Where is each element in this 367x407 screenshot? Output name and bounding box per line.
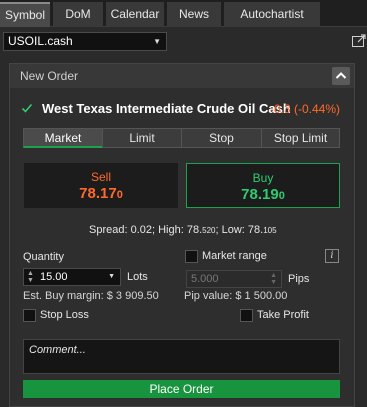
- spinner-arrows-icon[interactable]: ▲ ▼: [270, 272, 277, 286]
- tab-bar: Symbol DoM Calendar News Autochartist: [0, 0, 367, 27]
- buy-price-main: 78.: [241, 186, 263, 203]
- chevron-down-icon[interactable]: ▼: [108, 269, 115, 285]
- tab-news[interactable]: News: [167, 2, 221, 27]
- info-icon[interactable]: i: [325, 249, 339, 263]
- order-type-stop[interactable]: Stop: [181, 128, 262, 148]
- symbol-value: USOIL.cash: [8, 34, 73, 48]
- collapse-button[interactable]: [332, 67, 350, 85]
- buy-button[interactable]: Buy 78.190: [186, 163, 340, 208]
- pips-unit: Pips: [288, 273, 310, 285]
- market-range-label: Market range: [202, 250, 267, 262]
- tab-dom[interactable]: DoM: [53, 2, 103, 27]
- buy-price-frac: 0: [278, 190, 285, 202]
- panel-title: New Order: [20, 69, 79, 83]
- order-type-limit[interactable]: Limit: [102, 128, 182, 148]
- tab-autochartist[interactable]: Autochartist: [224, 2, 320, 27]
- quantity-stepper[interactable]: ▲ ▼ 15.00 ▼: [23, 268, 121, 286]
- instrument-change: -0.3 (-0.44%): [270, 102, 341, 116]
- market-range-input[interactable]: 5.000 ▲ ▼: [186, 270, 282, 288]
- spread-high-frac: 520: [202, 226, 216, 235]
- spinner-arrows-icon[interactable]: ▲ ▼: [27, 270, 34, 284]
- comment-field[interactable]: Comment...: [23, 339, 340, 374]
- quantity-label: Quantity: [23, 251, 64, 263]
- spread-mid: ; Low: 78.: [215, 224, 264, 236]
- pip-value: Pip value: $ 1 500.00: [184, 290, 288, 302]
- spread-low-frac: 105: [263, 226, 277, 235]
- sell-label: Sell: [90, 170, 111, 184]
- chevron-down-icon: ▼: [153, 37, 161, 46]
- market-range-value: 5.000: [191, 273, 219, 285]
- place-order-button[interactable]: Place Order: [23, 380, 340, 398]
- stop-loss-checkbox[interactable]: [23, 309, 36, 322]
- sell-price-frac: 0: [116, 189, 123, 201]
- instrument-name: West Texas Intermediate Crude Oil Cash: [42, 101, 291, 116]
- market-range-checkbox[interactable]: [185, 250, 198, 263]
- sell-button[interactable]: Sell 78.170: [24, 163, 178, 208]
- order-type-stop-limit[interactable]: Stop Limit: [261, 128, 340, 148]
- symbol-select[interactable]: USOIL.cash ▼: [3, 32, 167, 51]
- detach-window-icon[interactable]: [351, 33, 367, 49]
- order-type-market[interactable]: Market: [23, 128, 103, 148]
- buy-price-pip: 19: [262, 186, 279, 203]
- quantity-value: 15.00: [40, 271, 68, 283]
- sell-price-main: 78.: [79, 185, 101, 202]
- stop-loss-label: Stop Loss: [40, 309, 89, 321]
- buy-price: 78.190: [187, 186, 339, 203]
- tab-symbol[interactable]: Symbol: [0, 2, 50, 27]
- take-profit-checkbox[interactable]: [240, 309, 253, 322]
- buy-margin: Est. Buy margin: $ 3 909.50: [23, 290, 159, 302]
- buy-label: Buy: [252, 171, 274, 185]
- sell-price-pip: 17: [100, 185, 117, 202]
- comment-placeholder: Comment...: [29, 344, 86, 356]
- quantity-unit: Lots: [127, 271, 148, 283]
- check-icon: [21, 103, 33, 113]
- sell-price: 78.170: [24, 185, 178, 202]
- panel-header: New Order: [10, 64, 354, 88]
- tab-calendar[interactable]: Calendar: [106, 2, 164, 27]
- spread-info: Spread: 0.02; High: 78.520; Low: 78.105: [89, 224, 277, 236]
- take-profit-label: Take Profit: [257, 309, 309, 321]
- spread-prefix: Spread: 0.02; High: 78.: [89, 224, 203, 236]
